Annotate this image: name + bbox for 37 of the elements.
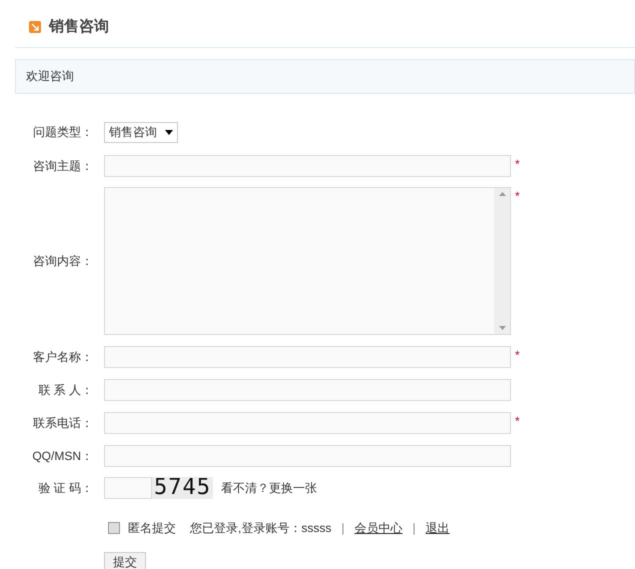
field-label: 咨询内容： bbox=[32, 253, 94, 270]
member-center-link[interactable]: 会员中心 bbox=[354, 518, 402, 536]
captcha-field[interactable] bbox=[104, 477, 152, 499]
scroll-down-icon bbox=[498, 326, 506, 330]
field-label: QQ/MSN： bbox=[31, 448, 94, 464]
field-label: 客户名称： bbox=[32, 348, 94, 366]
question-type-select[interactable]: 销售咨询 bbox=[104, 122, 178, 142]
input-field[interactable] bbox=[104, 154, 511, 176]
anonymous-label: 匿名提交 bbox=[128, 520, 176, 536]
input-field[interactable] bbox=[104, 412, 511, 434]
field-label: 联 系 人： bbox=[37, 382, 94, 398]
content-textarea[interactable] bbox=[104, 187, 511, 335]
logout-link[interactable]: 退出 bbox=[426, 518, 450, 536]
field-label: 问题类型： bbox=[32, 124, 94, 141]
required-mark: * bbox=[514, 346, 521, 364]
field-label: 咨询主题： bbox=[32, 158, 94, 174]
scrollbar[interactable] bbox=[494, 188, 510, 334]
required-mark: * bbox=[514, 188, 521, 205]
submit-button[interactable]: 提交 bbox=[104, 552, 146, 569]
login-info: 您已登录,登录账号：sssss bbox=[190, 520, 332, 536]
input-field[interactable] bbox=[104, 378, 511, 400]
arrow-icon bbox=[29, 21, 41, 34]
captcha-image: 5745 bbox=[152, 477, 213, 499]
caret-icon bbox=[165, 130, 173, 134]
page-title: 销售咨询 bbox=[49, 17, 109, 37]
anonymous-checkbox[interactable] bbox=[108, 522, 120, 534]
refresh-captcha-link[interactable]: 看不清？更换一张 bbox=[220, 479, 317, 497]
required-mark: * bbox=[514, 156, 521, 172]
input-field[interactable] bbox=[104, 346, 511, 368]
field-label: 验 证 码： bbox=[37, 480, 94, 497]
field-label: 联系电话： bbox=[32, 414, 94, 432]
required-mark: * bbox=[514, 412, 521, 430]
separator: | bbox=[341, 520, 344, 536]
scroll-up-icon bbox=[498, 192, 506, 196]
welcome-text: 欢迎咨询 bbox=[26, 68, 74, 85]
separator: | bbox=[412, 520, 416, 536]
input-field[interactable] bbox=[104, 444, 511, 466]
